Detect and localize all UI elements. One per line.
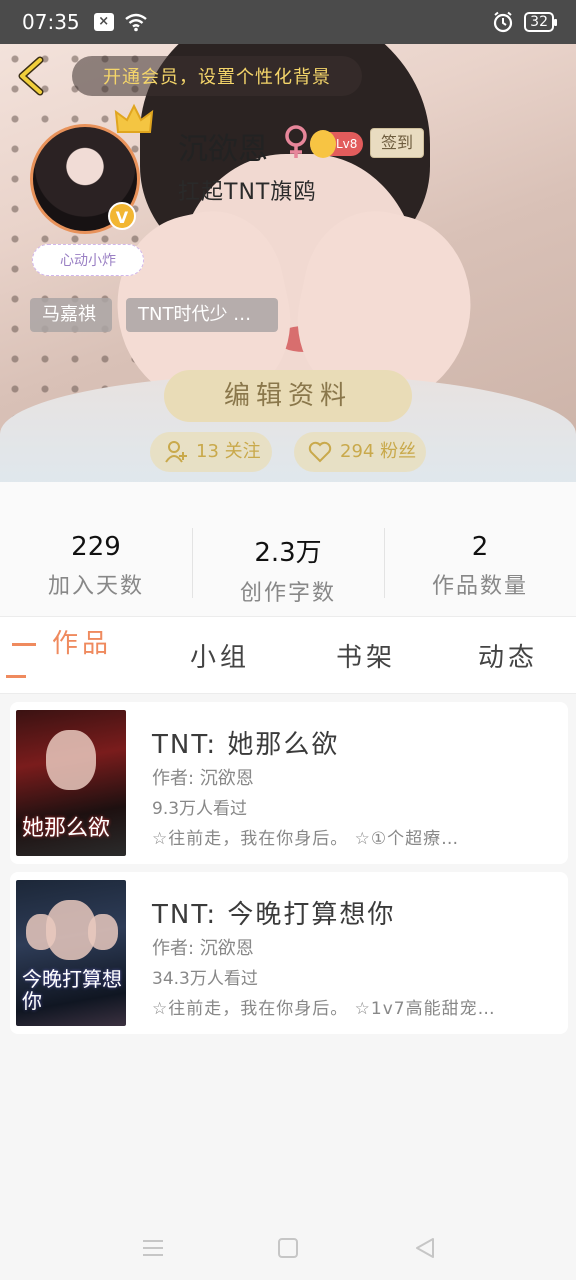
fans-count-button[interactable]: 294 粉丝 xyxy=(294,432,426,472)
crown-icon xyxy=(114,103,154,133)
edit-profile-button[interactable]: 编辑资料 xyxy=(164,370,412,422)
add-user-icon xyxy=(165,441,187,463)
work-reads: 34.3万人看过 xyxy=(152,969,258,989)
cover-figure xyxy=(26,914,56,950)
avatar-container[interactable]: V xyxy=(30,103,154,234)
level-badge: Lv8 xyxy=(310,130,364,158)
follow-count-text: 13 关注 xyxy=(196,441,261,462)
wifi-icon xyxy=(124,13,147,32)
work-card[interactable]: 她那么欲 TNT: 她那么欲 作者: 沉欲恩 9.3万人看过 ☆往前走，我在你身… xyxy=(10,702,568,864)
level-crown-icon xyxy=(310,130,336,158)
verified-badge-icon: V xyxy=(108,202,136,230)
fans-count-text: 294 粉丝 xyxy=(340,441,417,462)
cover-figure xyxy=(88,914,118,950)
heart-tag: 心动小炸 xyxy=(32,244,144,276)
stat-value: 229 xyxy=(71,532,121,562)
stats-bar: 229 加入天数 2.3万 创作字数 2 作品数量 xyxy=(0,482,576,616)
idol-tag-2[interactable]: TNT时代少 … xyxy=(126,298,278,332)
work-description: ☆往前走，我在你身后。 ☆1v7高能甜宠… xyxy=(152,999,496,1019)
idol-tag-1[interactable]: 马嘉祺 xyxy=(30,298,112,332)
stat-label: 加入天数 xyxy=(47,574,144,599)
profile-bio: 扛起TNT旗鸥 xyxy=(178,180,317,205)
follow-count-button[interactable]: 13 关注 xyxy=(150,432,272,472)
sign-in-button[interactable]: 签到 xyxy=(370,128,424,158)
cover-title: 她那么欲 xyxy=(22,816,111,841)
cover-title: 今晚打算想你 xyxy=(22,967,122,1013)
book-cover[interactable]: 今晚打算想你 xyxy=(16,880,126,1026)
back-icon[interactable] xyxy=(412,1236,438,1260)
tab-bookshelf[interactable]: 书架 xyxy=(336,637,396,674)
stat-value: 2.3万 xyxy=(254,538,322,568)
cover-figure xyxy=(46,730,96,790)
home-icon[interactable] xyxy=(275,1236,301,1260)
tab-groups[interactable]: 小组 xyxy=(190,637,250,674)
battery-indicator: 32 xyxy=(524,12,557,32)
work-author: 作者: 沉欲恩 xyxy=(152,938,254,959)
stat-words: 2.3万 创作字数 xyxy=(192,482,384,616)
work-title[interactable]: TNT: 她那么欲 xyxy=(152,724,339,761)
book-cover[interactable]: 她那么欲 xyxy=(16,710,126,856)
stat-days: 229 加入天数 xyxy=(0,482,192,616)
stat-label: 作品数量 xyxy=(431,574,528,599)
system-nav-bar xyxy=(0,1216,576,1280)
work-title[interactable]: TNT: 今晚打算想你 xyxy=(152,894,395,931)
stat-value: 2 xyxy=(471,532,489,562)
status-time: 07:35 xyxy=(22,10,80,34)
female-gender-icon xyxy=(285,125,307,158)
profile-tabs: 作品 小组 书架 动态 xyxy=(0,616,576,694)
menu-icon[interactable] xyxy=(140,1236,166,1260)
heart-icon xyxy=(308,441,332,463)
status-bar: 07:35 × 32 xyxy=(0,0,576,44)
stat-label: 创作字数 xyxy=(239,581,336,606)
active-tab-indicator-underline xyxy=(6,675,26,678)
work-description: ☆往前走，我在你身后。 ☆①个超療… xyxy=(152,829,460,849)
tab-works[interactable]: 作品 xyxy=(52,623,112,660)
work-reads: 9.3万人看过 xyxy=(152,799,248,819)
active-tab-indicator xyxy=(12,643,36,646)
work-author: 作者: 沉欲恩 xyxy=(152,768,254,789)
alarm-icon xyxy=(494,11,513,33)
vip-background-banner[interactable]: 开通会员，设置个性化背景 xyxy=(72,56,362,96)
work-card[interactable]: 今晚打算想你 TNT: 今晚打算想你 作者: 沉欲恩 34.3万人看过 ☆往前走… xyxy=(10,872,568,1034)
level-text: Lv8 xyxy=(336,137,358,151)
tab-feed[interactable]: 动态 xyxy=(478,637,538,674)
profile-name: 沉欲恩 xyxy=(178,132,268,167)
back-arrow-icon[interactable] xyxy=(14,56,50,96)
notification-icon: × xyxy=(93,13,114,31)
stat-works: 2 作品数量 xyxy=(384,482,576,616)
